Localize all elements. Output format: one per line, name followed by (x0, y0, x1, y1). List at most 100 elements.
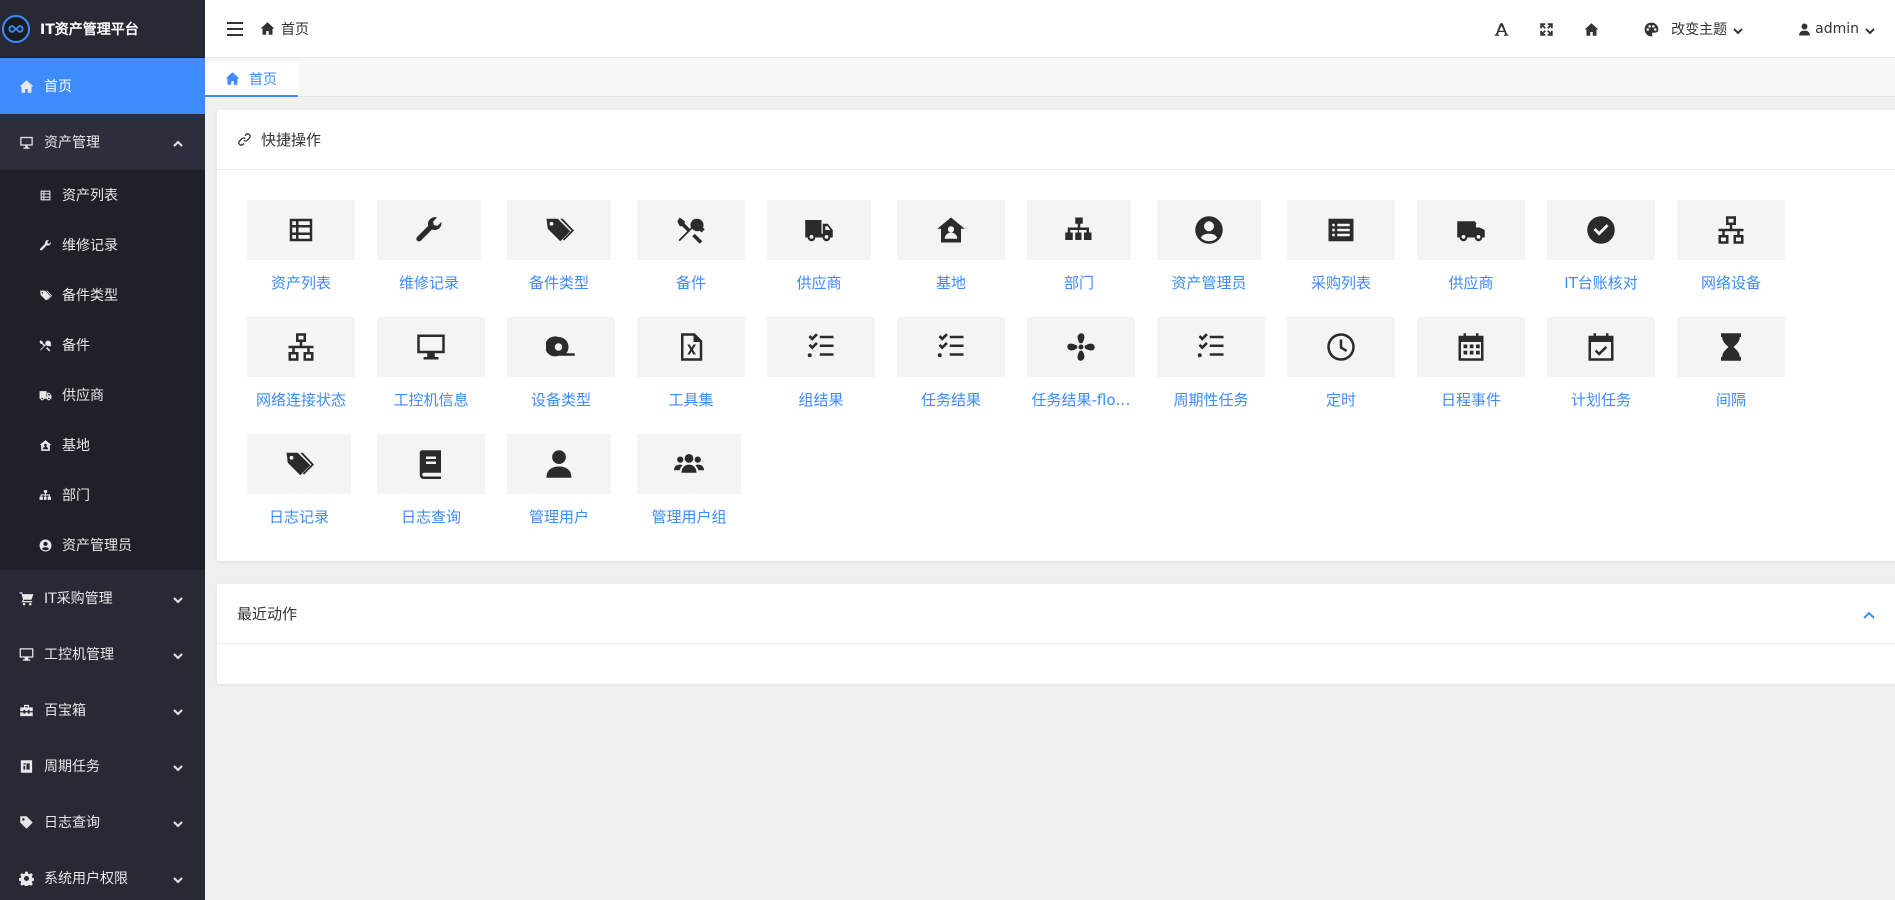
quick-action-label[interactable]: 供应商 (1417, 272, 1525, 293)
breadcrumb-label[interactable]: 首页 (281, 19, 309, 39)
quick-action-tile[interactable]: 工具集 (637, 317, 767, 423)
quick-action-tile[interactable]: 周期性任务 (1157, 317, 1287, 423)
user-dropdown[interactable]: admin (1758, 0, 1895, 58)
quick-action-tile[interactable]: 采购列表 (1287, 200, 1417, 306)
quick-action-label[interactable]: 基地 (897, 272, 1005, 293)
quick-action-tile[interactable]: 日志查询 (377, 434, 507, 540)
quick-action-icon-box[interactable] (247, 434, 351, 494)
quick-action-icon-box[interactable] (1547, 200, 1655, 260)
quick-action-label[interactable]: 备件类型 (507, 272, 611, 293)
quick-action-icon-box[interactable] (507, 200, 611, 260)
quick-action-label[interactable]: 任务结果-flo… (1027, 389, 1135, 410)
quick-action-tile[interactable]: 供应商 (1417, 200, 1547, 306)
quick-action-icon-box[interactable] (377, 434, 485, 494)
quick-action-label[interactable]: 日程事件 (1417, 389, 1525, 410)
quick-action-label[interactable]: 管理用户组 (637, 506, 741, 527)
quick-action-icon-box[interactable] (1157, 317, 1265, 377)
sidebar-group-toolbox[interactable]: 百宝箱 (0, 682, 205, 738)
quick-action-label[interactable]: 日志查询 (377, 506, 485, 527)
quick-action-icon-box[interactable] (637, 317, 745, 377)
quick-action-tile[interactable]: 网络连接状态 (247, 317, 377, 423)
quick-action-label[interactable]: 间隔 (1677, 389, 1785, 410)
quick-action-tile[interactable]: 管理用户组 (637, 434, 767, 540)
quick-action-label[interactable]: 计划任务 (1547, 389, 1655, 410)
quick-action-icon-box[interactable] (1287, 200, 1395, 260)
sidebar-item-suppliers[interactable]: 供应商 (0, 370, 205, 420)
quick-action-tile[interactable]: IT台账核对 (1547, 200, 1677, 306)
quick-action-label[interactable]: 组结果 (767, 389, 875, 410)
sidebar-item-departments[interactable]: 部门 (0, 470, 205, 520)
quick-action-tile[interactable]: 日志记录 (247, 434, 377, 540)
quick-action-label[interactable]: 定时 (1287, 389, 1395, 410)
fullscreen-button[interactable] (1524, 0, 1569, 58)
quick-action-label[interactable]: 网络连接状态 (247, 389, 355, 410)
sidebar-group-it-procurement[interactable]: IT采购管理 (0, 570, 205, 626)
quick-action-label[interactable]: 工控机信息 (377, 389, 485, 410)
chevron-up-icon[interactable] (1863, 608, 1875, 620)
quick-action-icon-box[interactable] (247, 317, 355, 377)
quick-action-icon-box[interactable] (637, 434, 741, 494)
quick-action-tile[interactable]: 日程事件 (1417, 317, 1547, 423)
quick-action-icon-box[interactable] (1547, 317, 1655, 377)
sidebar-item-asset-admins[interactable]: 资产管理员 (0, 520, 205, 570)
sidebar-group-user-permissions[interactable]: 系统用户权限 (0, 850, 205, 900)
theme-dropdown[interactable]: 改变主题 (1614, 0, 1758, 58)
quick-action-tile[interactable]: 设备类型 (507, 317, 637, 423)
quick-action-tile[interactable]: 备件 (637, 200, 767, 306)
quick-action-tile[interactable]: 间隔 (1677, 317, 1807, 423)
quick-action-icon-box[interactable] (247, 200, 355, 260)
quick-action-tile[interactable]: 工控机信息 (377, 317, 507, 423)
quick-action-icon-box[interactable] (507, 434, 611, 494)
tab-home[interactable]: 首页 (205, 62, 298, 97)
sidebar-group-ipc-management[interactable]: 工控机管理 (0, 626, 205, 682)
sidebar-item-bases[interactable]: 基地 (0, 420, 205, 470)
menu-toggle-icon[interactable] (227, 21, 243, 36)
font-size-button[interactable] (1479, 0, 1524, 58)
home-button[interactable] (1569, 0, 1614, 58)
quick-action-label[interactable]: 周期性任务 (1157, 389, 1265, 410)
quick-action-icon-box[interactable] (767, 317, 875, 377)
quick-action-tile[interactable]: 定时 (1287, 317, 1417, 423)
quick-action-icon-box[interactable] (377, 200, 481, 260)
quick-action-icon-box[interactable] (897, 200, 1005, 260)
quick-action-label[interactable]: 维修记录 (377, 272, 481, 293)
quick-action-label[interactable]: 资产列表 (247, 272, 355, 293)
quick-action-label[interactable]: 部门 (1027, 272, 1131, 293)
quick-action-label[interactable]: IT台账核对 (1547, 272, 1655, 293)
quick-action-label[interactable]: 资产管理员 (1157, 272, 1261, 293)
quick-action-tile[interactable]: 备件类型 (507, 200, 637, 306)
quick-action-label[interactable]: 日志记录 (247, 506, 351, 527)
quick-action-icon-box[interactable] (377, 317, 485, 377)
quick-action-label[interactable]: 供应商 (767, 272, 871, 293)
quick-action-label[interactable]: 管理用户 (507, 506, 611, 527)
sidebar-item-home[interactable]: 首页 (0, 58, 205, 114)
sidebar-group-asset-management[interactable]: 资产管理 (0, 114, 205, 170)
quick-action-tile[interactable]: 网络设备 (1677, 200, 1807, 306)
quick-action-tile[interactable]: 任务结果-flo… (1027, 317, 1157, 423)
quick-action-icon-box[interactable] (507, 317, 615, 377)
quick-action-tile[interactable]: 部门 (1027, 200, 1157, 306)
quick-action-tile[interactable]: 维修记录 (377, 200, 507, 306)
quick-action-icon-box[interactable] (637, 200, 745, 260)
sidebar-item-repair-records[interactable]: 维修记录 (0, 220, 205, 270)
quick-action-icon-box[interactable] (1287, 317, 1395, 377)
sidebar-group-log-query[interactable]: 日志查询 (0, 794, 205, 850)
quick-action-label[interactable]: 备件 (637, 272, 745, 293)
quick-action-icon-box[interactable] (1677, 317, 1785, 377)
quick-action-tile[interactable]: 资产管理员 (1157, 200, 1287, 306)
quick-action-icon-box[interactable] (1677, 200, 1785, 260)
quick-action-tile[interactable]: 任务结果 (897, 317, 1027, 423)
quick-action-label[interactable]: 工具集 (637, 389, 745, 410)
quick-action-tile[interactable]: 供应商 (767, 200, 897, 306)
quick-action-icon-box[interactable] (1417, 317, 1525, 377)
sidebar-group-periodic-tasks[interactable]: 周期任务 (0, 738, 205, 794)
quick-action-tile[interactable]: 管理用户 (507, 434, 637, 540)
quick-action-tile[interactable]: 计划任务 (1547, 317, 1677, 423)
quick-action-icon-box[interactable] (1157, 200, 1261, 260)
quick-action-icon-box[interactable] (897, 317, 1005, 377)
sidebar-item-asset-list[interactable]: 资产列表 (0, 170, 205, 220)
quick-action-icon-box[interactable] (1417, 200, 1525, 260)
quick-action-icon-box[interactable] (1027, 317, 1135, 377)
quick-action-label[interactable]: 任务结果 (897, 389, 1005, 410)
quick-action-label[interactable]: 设备类型 (507, 389, 615, 410)
